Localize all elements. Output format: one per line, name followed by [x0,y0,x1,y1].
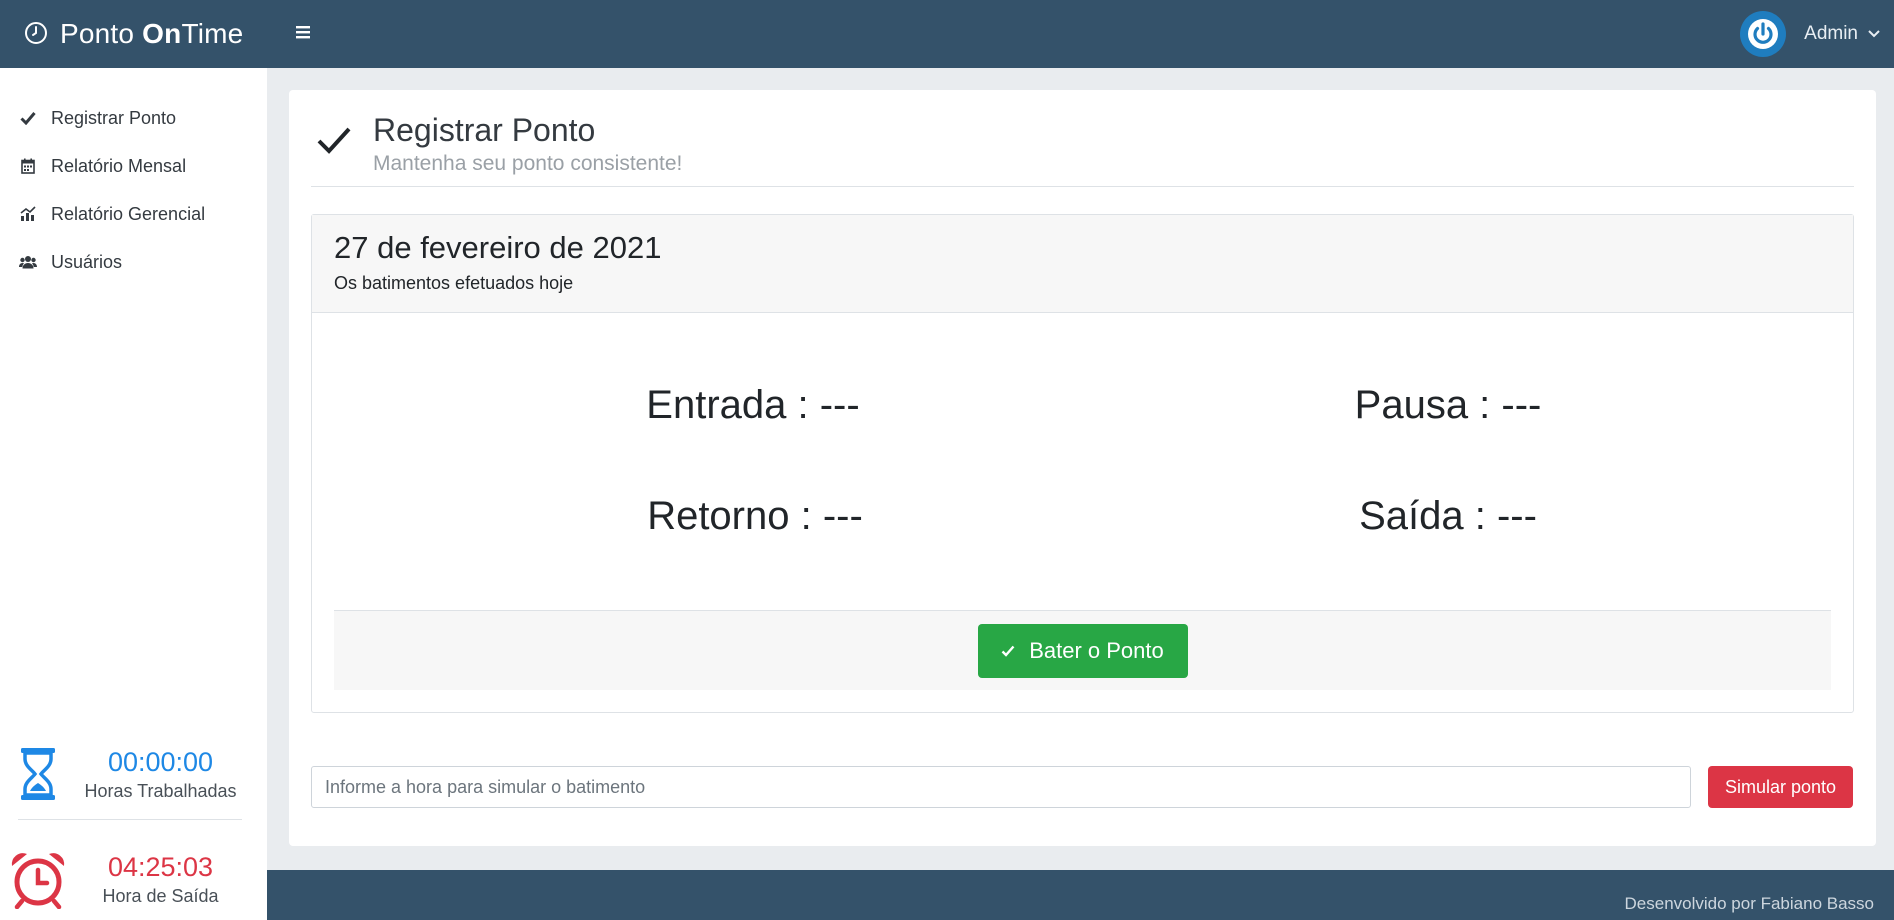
panel-header: 27 de fevereiro de 2021 Os batimentos ef… [312,215,1853,313]
chart-icon [19,205,37,223]
hamburger-icon [294,24,312,45]
header-divider [311,186,1854,187]
footer: Desenvolvido por Fabiano Basso [267,870,1894,920]
check-icon [19,109,37,127]
worked-hours-time: 00:00:00 [107,747,214,777]
hamburger-menu-button[interactable] [283,14,323,54]
worked-hours-label: Horas Trabalhadas [84,781,237,801]
clock-icon [24,21,50,47]
user-menu[interactable]: Admin [1740,0,1880,68]
sidebar-item-usuarios[interactable]: Usuários [0,238,267,286]
check-icon [317,126,351,159]
exit-time-widget: 04:25:03 Hora de Saída [0,838,267,920]
panel-footer: Bater o Ponto [334,610,1831,690]
sidebar-item-label: Relatório Gerencial [51,203,206,224]
sidebar-nav: Registrar Ponto Relatório Mensal Relatór… [0,68,267,286]
sidebar-item-label: Usuários [51,251,123,272]
exit-time-value: 04:25:03 [107,852,214,882]
worked-hours-widget: 00:00:00 Horas Trabalhadas [0,736,267,812]
punches-panel: 27 de fevereiro de 2021 Os batimentos ef… [311,214,1854,713]
bater-ponto-label: Bater o Ponto [1029,637,1164,663]
simulate-punch-button[interactable]: Simular ponto [1708,766,1853,808]
chevron-down-icon [1868,30,1880,38]
brand-logo[interactable]: Ponto OnTime [0,0,267,68]
sidebar-item-label: Relatório Mensal [51,155,187,176]
alarm-clock-icon [0,849,70,909]
widget-divider [18,819,242,820]
main-card: Registrar Ponto Mantenha seu ponto consi… [289,90,1876,846]
bater-ponto-button[interactable]: Bater o Ponto [977,623,1188,678]
sidebar-item-registrar-ponto[interactable]: Registrar Ponto [0,94,267,142]
sidebar: Registrar Ponto Relatório Mensal Relatór… [0,68,267,920]
brand-name: Ponto OnTime [60,18,244,49]
sidebar-item-relatorio-mensal[interactable]: Relatório Mensal [0,142,267,190]
punch-saida: Saída : --- [1359,494,1537,538]
page-subtitle: Mantenha seu ponto consistente! [373,152,683,175]
check-icon [1001,645,1015,657]
hourglass-icon [0,747,70,801]
users-icon [19,253,37,271]
exit-time-label: Hora de Saída [102,886,219,906]
page-title: Registrar Ponto [373,112,596,148]
page-header: Registrar Ponto Mantenha seu ponto consi… [289,90,1876,188]
sidebar-item-relatorio-gerencial[interactable]: Relatório Gerencial [0,190,267,238]
calendar-icon [19,157,37,175]
punch-retorno: Retorno : --- [647,494,863,538]
top-navbar: Ponto OnTime Admin [0,0,1894,68]
simulate-time-input[interactable] [311,766,1691,808]
panel-description: Os batimentos efetuados hoje [334,273,574,293]
footer-credit: Desenvolvido por Fabiano Basso [1624,894,1874,913]
sidebar-item-label: Registrar Ponto [51,107,177,128]
punch-pausa: Pausa : --- [1354,383,1542,427]
power-avatar-icon [1740,11,1787,57]
panel-date: 27 de fevereiro de 2021 [334,230,662,265]
punch-entrada: Entrada : --- [646,383,860,427]
user-name: Admin [1804,23,1858,44]
